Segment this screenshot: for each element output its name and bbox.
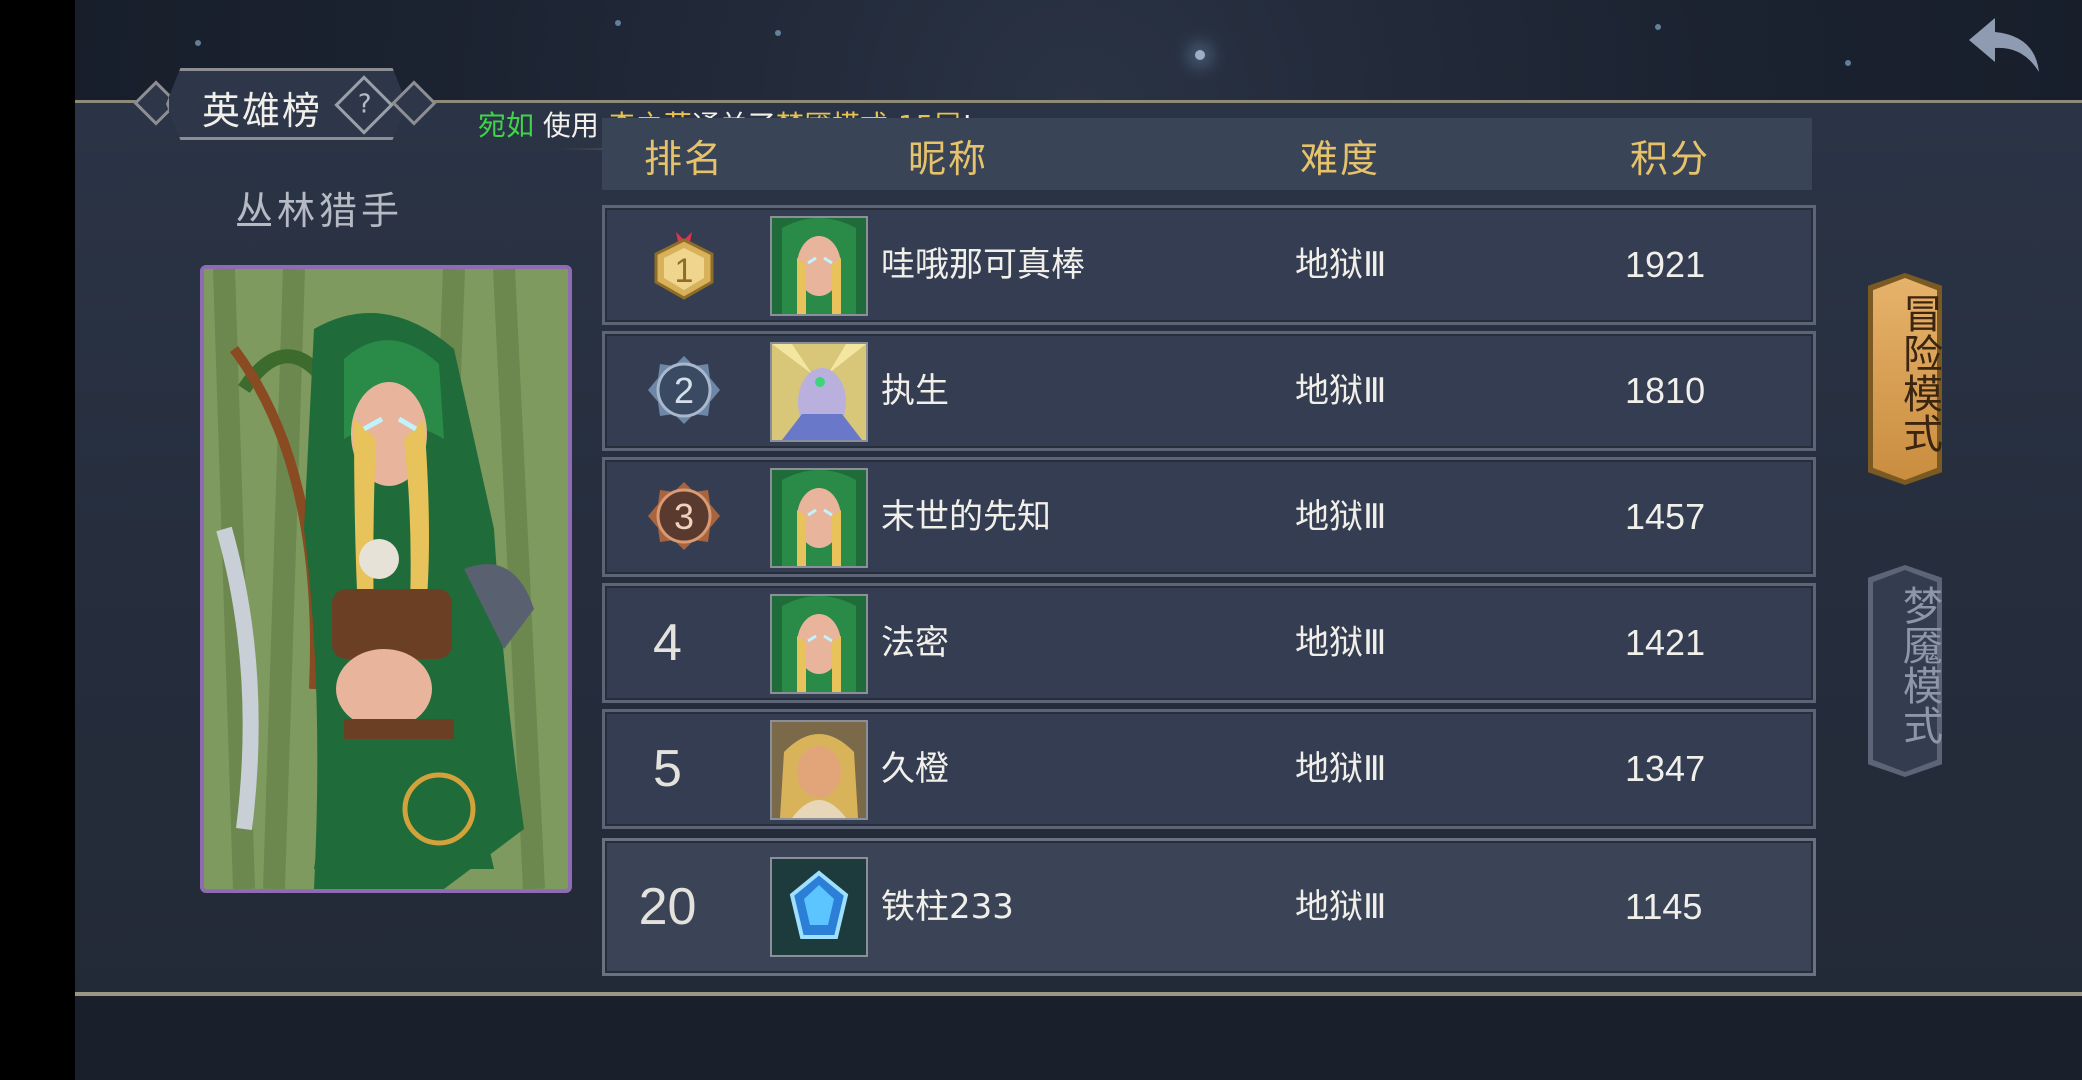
title-plate: 英雄榜 ? [130, 68, 437, 140]
score-value: 1145 [1625, 886, 1703, 927]
table-row[interactable]: 3 末世的先知 地狱Ⅲ 1457 [602, 457, 1816, 577]
tab-label: 梦魇模式 [1896, 585, 1942, 745]
difficulty-value: 地狱Ⅲ [1295, 887, 1387, 927]
difficulty-value: 地狱Ⅲ [1295, 497, 1387, 537]
table-row[interactable]: 2 执生 地狱Ⅲ 1810 [602, 331, 1816, 451]
rank-number: 4 [653, 614, 682, 672]
avatar [770, 468, 868, 568]
star-decoration [1845, 60, 1851, 66]
star-decoration [775, 30, 781, 36]
badge-number: 1 [675, 252, 694, 290]
bottom-band [75, 996, 2082, 1080]
badge-number: 2 [674, 370, 694, 411]
bronze-badge-icon: 3 [648, 482, 720, 550]
difficulty-value: 地狱Ⅲ [1295, 623, 1387, 663]
difficulty-value: 地狱Ⅲ [1295, 371, 1387, 411]
hero-portrait[interactable] [200, 265, 572, 893]
badge-number: 3 [674, 496, 694, 537]
hero-name: 丛林猎手 [235, 189, 404, 233]
table-header: 排名 昵称 难度 积分 [602, 118, 1812, 190]
page-title: 英雄榜 [202, 89, 323, 133]
player-name: 哇哦那可真棒 [881, 245, 1085, 285]
my-rank-row[interactable]: 20 铁柱233 地狱Ⅲ 1145 [602, 838, 1816, 976]
star-decoration [615, 20, 621, 26]
player-name: 法密 [881, 623, 949, 663]
silver-badge-icon: 2 [648, 356, 720, 424]
broadcast-player: 宛如 [478, 109, 535, 142]
score-value: 1921 [1625, 244, 1706, 285]
star-decoration [1655, 24, 1661, 30]
tab-label: 冒险模式 [1896, 293, 1942, 453]
table-row[interactable]: 5 久橙 地狱Ⅲ 1347 [602, 709, 1816, 829]
avatar [770, 720, 868, 820]
player-name: 执生 [881, 371, 949, 411]
tab-nightmare-mode[interactable]: 梦魇模式 [1868, 565, 1942, 777]
difficulty-value: 地狱Ⅲ [1295, 245, 1387, 285]
rank-number: 20 [638, 878, 697, 936]
gold-crown-badge-icon: 1 [654, 232, 714, 300]
header-rank: 排名 [644, 137, 725, 181]
table-row[interactable]: 1 哇哦那可真棒 地狱Ⅲ 1921 [602, 205, 1816, 325]
header-nickname: 昵称 [908, 137, 989, 181]
help-glyph: ? [357, 89, 372, 120]
star-decoration [195, 40, 201, 46]
score-value: 1810 [1625, 370, 1706, 411]
header-difficulty: 难度 [1300, 137, 1381, 181]
player-name: 铁柱233 [881, 887, 1014, 927]
back-arrow-icon[interactable] [1965, 14, 2045, 76]
star-decoration [1195, 50, 1205, 60]
avatar [770, 216, 868, 316]
difficulty-value: 地狱Ⅲ [1295, 749, 1387, 789]
score-value: 1421 [1625, 622, 1706, 663]
score-value: 1347 [1625, 748, 1706, 789]
header-score: 积分 [1630, 137, 1711, 181]
avatar [770, 342, 868, 442]
rank-number: 5 [653, 740, 682, 798]
avatar [770, 594, 868, 694]
score-value: 1457 [1625, 496, 1706, 537]
broadcast-text: 使用 [534, 109, 608, 142]
tab-adventure-mode[interactable]: 冒险模式 [1868, 273, 1942, 485]
player-name: 末世的先知 [881, 497, 1051, 537]
player-name: 久橙 [881, 749, 949, 789]
table-row[interactable]: 4 法密 地狱Ⅲ 1421 [602, 583, 1816, 703]
hero-illustration [204, 269, 568, 889]
avatar [770, 857, 868, 957]
